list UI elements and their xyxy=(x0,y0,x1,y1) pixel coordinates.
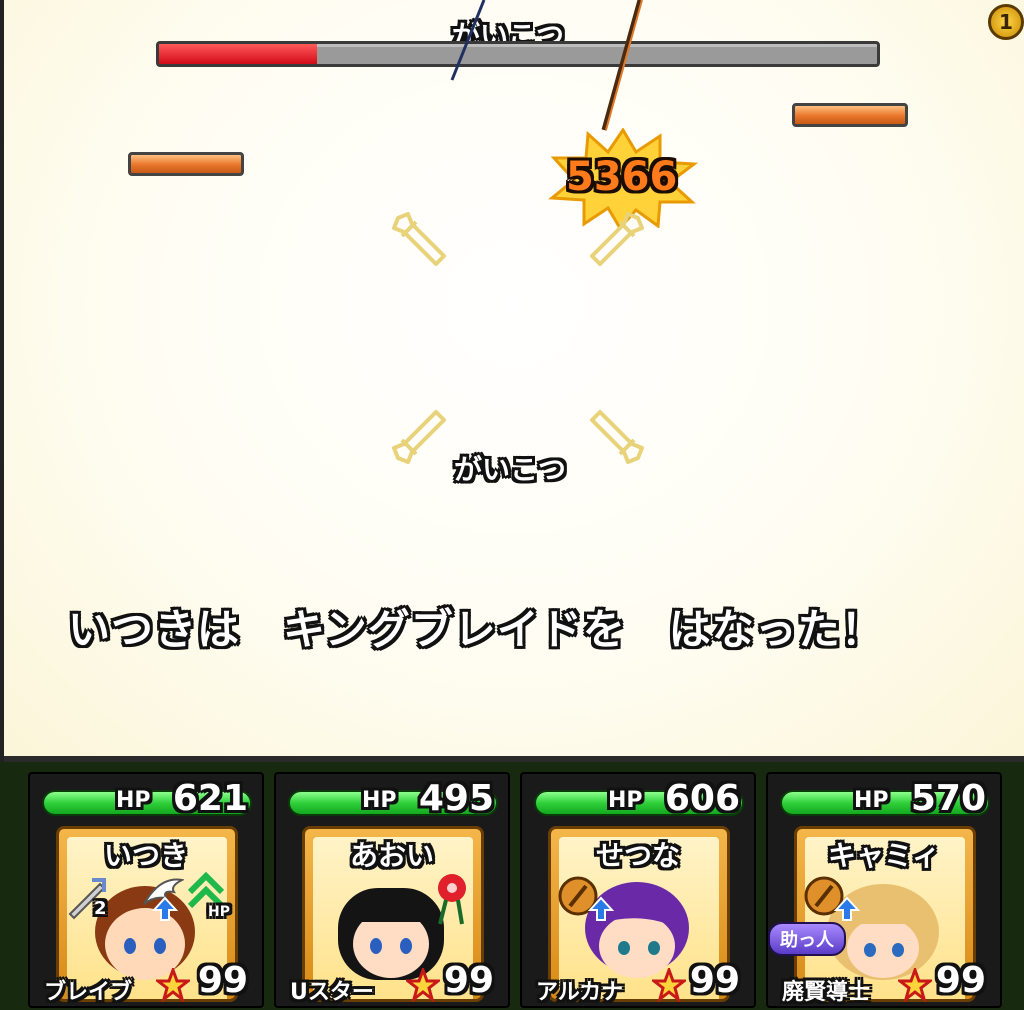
target-sword-icon xyxy=(392,410,446,464)
hp-label: HP xyxy=(362,788,397,813)
buff-stack-count: 2 xyxy=(94,898,107,919)
party-member-card[interactable]: HP 621 いつき 2 HP ブレイブ 99 xyxy=(28,772,264,1008)
enemy-hp-fill xyxy=(159,44,317,64)
party-member-card[interactable]: HP 495 あおい Uスター 99 xyxy=(274,772,510,1008)
character-name: いつき xyxy=(103,839,188,872)
party-member-card[interactable]: HP 570 キャミィ 助っ人 廃賢導士 99 xyxy=(766,772,1002,1008)
up-arrow-icon xyxy=(588,896,614,921)
party-member-card[interactable]: HP 606 せつな アルカナ 99 xyxy=(520,772,756,1008)
star-icon xyxy=(898,968,932,1002)
turn-counter-badge: 1 xyxy=(988,4,1024,40)
up-arrow-icon xyxy=(834,896,860,921)
hp-value: 570 xyxy=(910,778,986,819)
up-arrow-icon xyxy=(152,896,178,921)
enemy-hp-bar-left xyxy=(128,152,244,176)
target-sword-icon xyxy=(392,212,446,266)
slash-effect xyxy=(450,0,643,131)
hp-value: 621 xyxy=(172,778,248,819)
hp-label: HP xyxy=(854,788,889,813)
star-icon xyxy=(652,968,686,1002)
party-panel: HP 621 いつき 2 HP ブレイブ 99 HP 495 あおい Uスター … xyxy=(0,762,1024,1010)
target-sword-icon xyxy=(590,212,644,266)
character-name: キャミィ xyxy=(827,839,940,872)
job-label: Uスター xyxy=(290,980,374,1005)
battle-field: がいこつ 5366 1 がいこつ いつきは キングブレイドを はなった！ xyxy=(0,0,1024,762)
level-value: 99 xyxy=(689,960,740,1001)
job-label: アルカナ xyxy=(536,980,624,1005)
helper-badge: 助っ人 xyxy=(768,922,846,956)
star-icon xyxy=(406,968,440,1002)
battle-message: いつきは キングブレイドを はなった！ xyxy=(68,605,884,654)
star-icon xyxy=(156,968,190,1002)
flower-hairpin-icon xyxy=(438,874,466,925)
job-label: 廃賢導士 xyxy=(782,980,871,1005)
enemy-hp-bar-right xyxy=(792,103,908,127)
enemy-target-label: がいこつ xyxy=(454,453,567,486)
character-name: せつな xyxy=(595,839,680,872)
character-name: あおい xyxy=(349,839,434,872)
level-value: 99 xyxy=(443,960,494,1001)
hp-value: 606 xyxy=(664,778,740,819)
level-value: 99 xyxy=(935,960,986,1001)
target-sword-icon xyxy=(590,410,644,464)
level-value: 99 xyxy=(197,960,248,1001)
hp-tag: HP xyxy=(208,904,230,920)
hp-label: HP xyxy=(608,788,643,813)
job-label: ブレイブ xyxy=(44,980,133,1005)
hp-value: 495 xyxy=(418,778,494,819)
damage-number: 5366 xyxy=(566,154,678,200)
hp-label: HP xyxy=(116,788,151,813)
